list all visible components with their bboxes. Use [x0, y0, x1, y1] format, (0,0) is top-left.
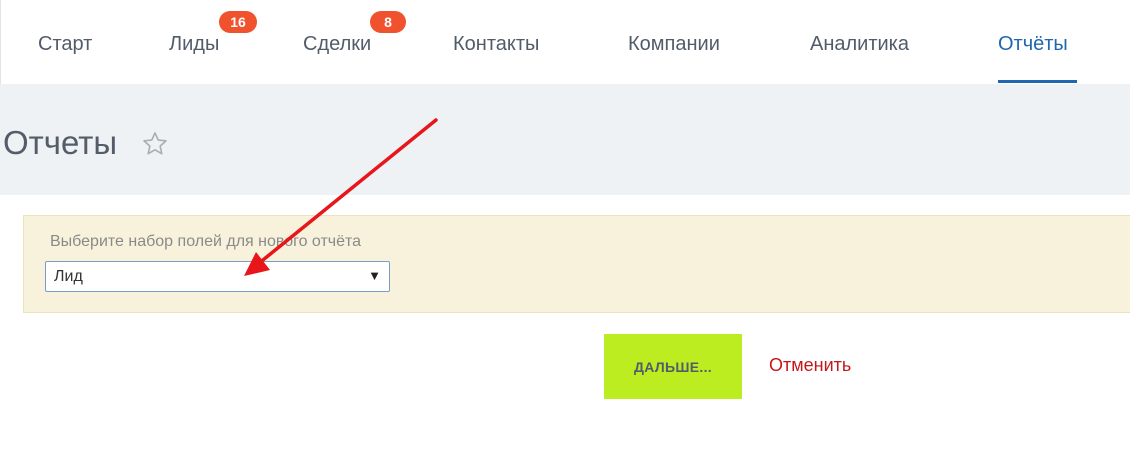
cancel-link[interactable]: Отменить — [769, 355, 851, 376]
next-button[interactable]: ДАЛЬШЕ... — [604, 334, 742, 399]
page-header — [0, 84, 1130, 195]
tab-analytics[interactable]: Аналитика — [810, 33, 909, 56]
field-set-select[interactable]: Лид ▼ — [45, 261, 390, 292]
tab-deals[interactable]: Сделки — [303, 33, 371, 56]
tab-companies[interactable]: Компании — [628, 33, 720, 56]
tab-start[interactable]: Старт — [38, 33, 92, 56]
deals-count-badge: 8 — [370, 11, 406, 33]
leads-count-badge: 16 — [219, 11, 257, 33]
tab-contacts[interactable]: Контакты — [453, 33, 539, 56]
page-title: Отчеты — [3, 124, 118, 161]
field-set-label: Выберите набор полей для нового отчёта — [50, 233, 362, 250]
field-set-select-value: Лид — [54, 268, 83, 285]
star-icon[interactable] — [141, 130, 169, 158]
triangle-down-icon: ▼ — [368, 268, 381, 283]
top-nav: Старт Лиды 16 Сделки 8 Контакты Компании… — [0, 0, 1130, 84]
tab-leads[interactable]: Лиды — [169, 33, 219, 56]
active-tab-indicator — [998, 80, 1077, 83]
tab-reports[interactable]: Отчёты — [998, 33, 1068, 56]
